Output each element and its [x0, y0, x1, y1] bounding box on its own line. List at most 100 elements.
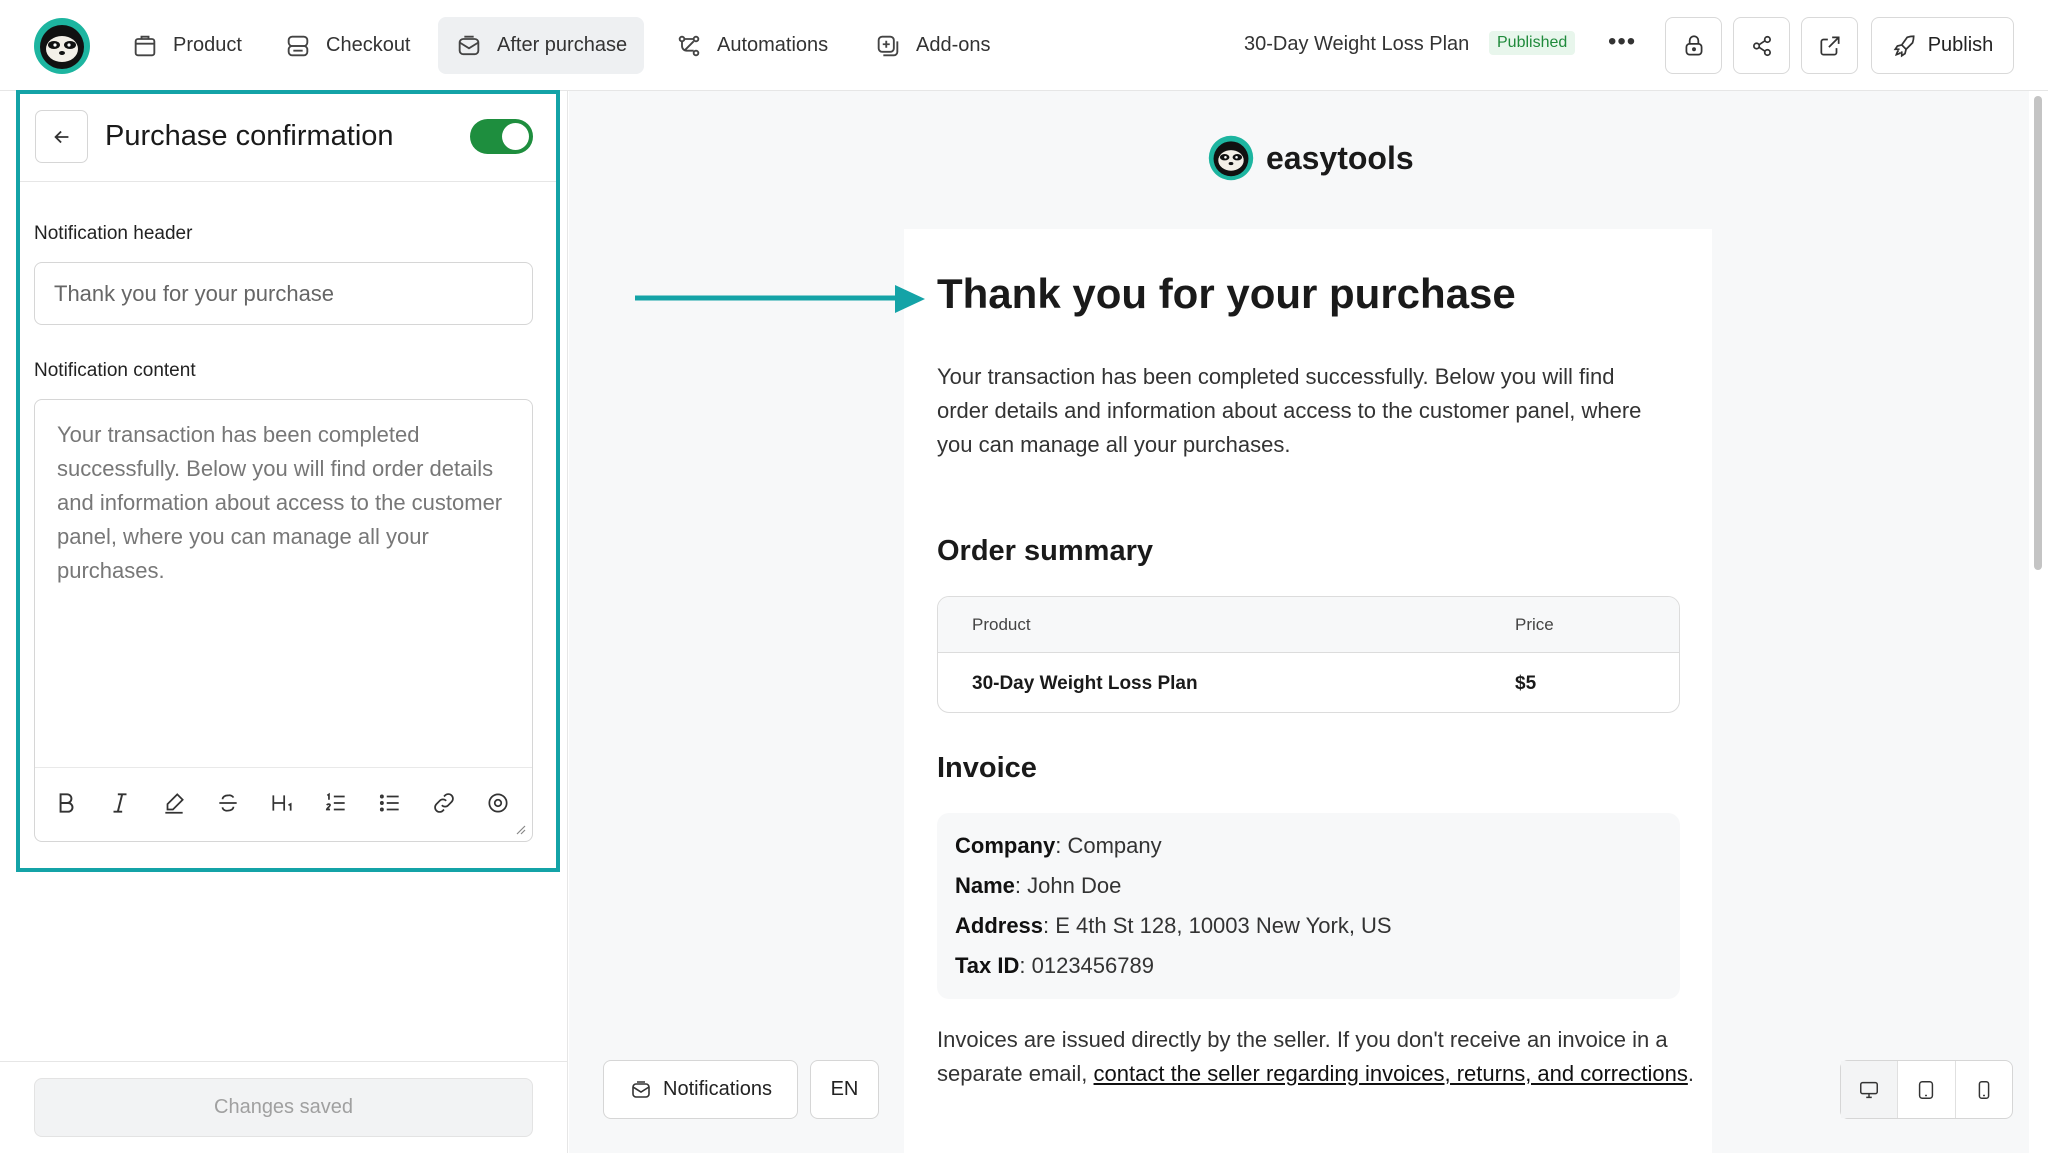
invoice-details: Company: Company Name: John Doe Address:…: [937, 813, 1680, 999]
desktop-icon: [1860, 1081, 1879, 1098]
easytools-logo-icon: [1208, 135, 1254, 181]
automation-icon: [678, 35, 700, 56]
bold-icon: [59, 793, 74, 813]
strikethrough-button[interactable]: [211, 786, 245, 820]
tab-checkout[interactable]: Checkout: [267, 17, 428, 74]
pointer-arrow-icon: [635, 285, 925, 313]
invoice-line: Company: Company: [955, 833, 1162, 859]
scrollbar[interactable]: [2034, 96, 2042, 570]
toggle-knob: [502, 123, 529, 150]
bold-button[interactable]: [49, 786, 83, 820]
strikethrough-icon: [219, 794, 237, 812]
notifications-label: Notifications: [663, 1078, 772, 1100]
tab-add-ons[interactable]: Add-ons: [857, 17, 1008, 74]
invoice-line: Tax ID: 0123456789: [955, 953, 1154, 979]
footer-divider: [0, 1061, 568, 1062]
share-button[interactable]: [1733, 17, 1790, 74]
ordered-list-icon: [325, 792, 345, 811]
back-button[interactable]: [35, 110, 88, 163]
footnote-end: .: [1687, 1061, 1694, 1086]
device-switcher: [1840, 1060, 2013, 1119]
tab-label: After purchase: [497, 34, 628, 56]
brand-name: easytools: [1266, 139, 1414, 176]
heading-button[interactable]: [265, 786, 299, 820]
email-heading: Thank you for your purchase: [937, 270, 1516, 317]
invoice-footnote: Invoices are issued directly by the sell…: [937, 1023, 1697, 1091]
more-options-icon[interactable]: •••: [1608, 28, 1636, 56]
divider: [20, 181, 556, 182]
header-label: Notification header: [34, 223, 193, 244]
notification-header-input[interactable]: [34, 262, 533, 325]
invoice-title: Invoice: [937, 752, 1037, 784]
brand: easytools: [1208, 135, 1414, 181]
external-link-icon: [1819, 35, 1840, 56]
product-title: 30-Day Weight Loss Plan: [1244, 33, 1470, 55]
bullet-list-icon: [379, 794, 399, 812]
invoice-line: Address: E 4th St 128, 10003 New York, U…: [955, 913, 1392, 939]
invoice-field-value: : John Doe: [1014, 873, 1122, 898]
app-logo-icon[interactable]: [33, 17, 91, 75]
publish-button[interactable]: Publish: [1871, 17, 2014, 74]
notifications-button[interactable]: Notifications: [603, 1060, 798, 1119]
invoice-field-value: : Company: [1055, 833, 1162, 858]
lock-button[interactable]: [1665, 17, 1722, 74]
contact-seller-link[interactable]: contact the seller regarding invoices, r…: [1094, 1061, 1688, 1086]
column-header: Price: [1515, 615, 1554, 634]
changes-saved-button[interactable]: Changes saved: [34, 1078, 533, 1137]
tab-after-purchase[interactable]: After purchase: [438, 17, 645, 74]
publish-label: Publish: [1927, 34, 1994, 56]
enable-toggle[interactable]: [470, 119, 533, 154]
highlight-icon: [165, 793, 184, 814]
order-summary-title: Order summary: [937, 535, 1153, 567]
link-button[interactable]: [427, 786, 461, 820]
heading-icon: [272, 795, 292, 811]
table-header: [938, 597, 1679, 653]
invoice-field-label: Name: [955, 873, 1015, 898]
panel-title: Purchase confirmation: [105, 120, 394, 152]
notification-content-editor[interactable]: Your transaction has been completed succ…: [34, 399, 533, 842]
bullet-list-button[interactable]: [373, 786, 407, 820]
invoice-field-value: : 0123456789: [1019, 953, 1154, 978]
status-badge: Published: [1489, 31, 1576, 55]
mobile-icon: [1978, 1080, 1990, 1099]
email-intro: Your transaction has been completed succ…: [937, 364, 1642, 457]
addon-icon: [877, 35, 899, 56]
desktop-view-button[interactable]: [1841, 1061, 1899, 1118]
link-icon: [434, 793, 454, 813]
box-icon: [134, 35, 156, 56]
tab-product[interactable]: Product: [114, 17, 259, 74]
tablet-view-button[interactable]: [1898, 1061, 1956, 1118]
clear-format-button[interactable]: [481, 786, 515, 820]
mobile-view-button[interactable]: [1956, 1061, 2012, 1118]
checkout-icon: [287, 35, 309, 56]
tab-label: Automations: [717, 34, 829, 56]
invoice-field-label: Company: [955, 833, 1056, 858]
envelope-icon: [458, 35, 480, 55]
language-button[interactable]: EN: [810, 1060, 879, 1119]
order-table: Product Price 30-Day Weight Loss Plan $5: [937, 596, 1680, 713]
table-cell: $5: [1515, 673, 1537, 694]
tab-automations[interactable]: Automations: [658, 17, 845, 74]
italic-button[interactable]: [103, 786, 137, 820]
tab-label: Checkout: [326, 34, 411, 56]
editor-toolbar-divider: [35, 767, 532, 768]
invoice-line: Name: John Doe: [955, 873, 1121, 899]
resize-handle-icon[interactable]: [514, 823, 526, 835]
lock-icon: [1685, 34, 1702, 56]
table-cell: 30-Day Weight Loss Plan: [972, 673, 1198, 694]
column-header: Product: [972, 615, 1031, 634]
open-external-button[interactable]: [1801, 17, 1858, 74]
invoice-field-value: : E 4th St 128, 10003 New York, US: [1043, 913, 1392, 938]
invoice-field-label: Tax ID: [955, 953, 1020, 978]
content-label: Notification content: [34, 360, 196, 381]
tablet-icon: [1919, 1080, 1934, 1099]
tab-label: Product: [173, 34, 242, 56]
ordered-list-button[interactable]: [319, 786, 353, 820]
arrow-left-icon: [53, 130, 68, 143]
invoice-field-label: Address: [955, 913, 1044, 938]
top-bar: Product Checkout After purchase Automati…: [0, 0, 2048, 91]
highlight-button[interactable]: [157, 786, 191, 820]
italic-icon: [113, 793, 127, 813]
editor-text[interactable]: Your transaction has been completed succ…: [57, 418, 507, 588]
rocket-icon: [1893, 34, 1915, 57]
